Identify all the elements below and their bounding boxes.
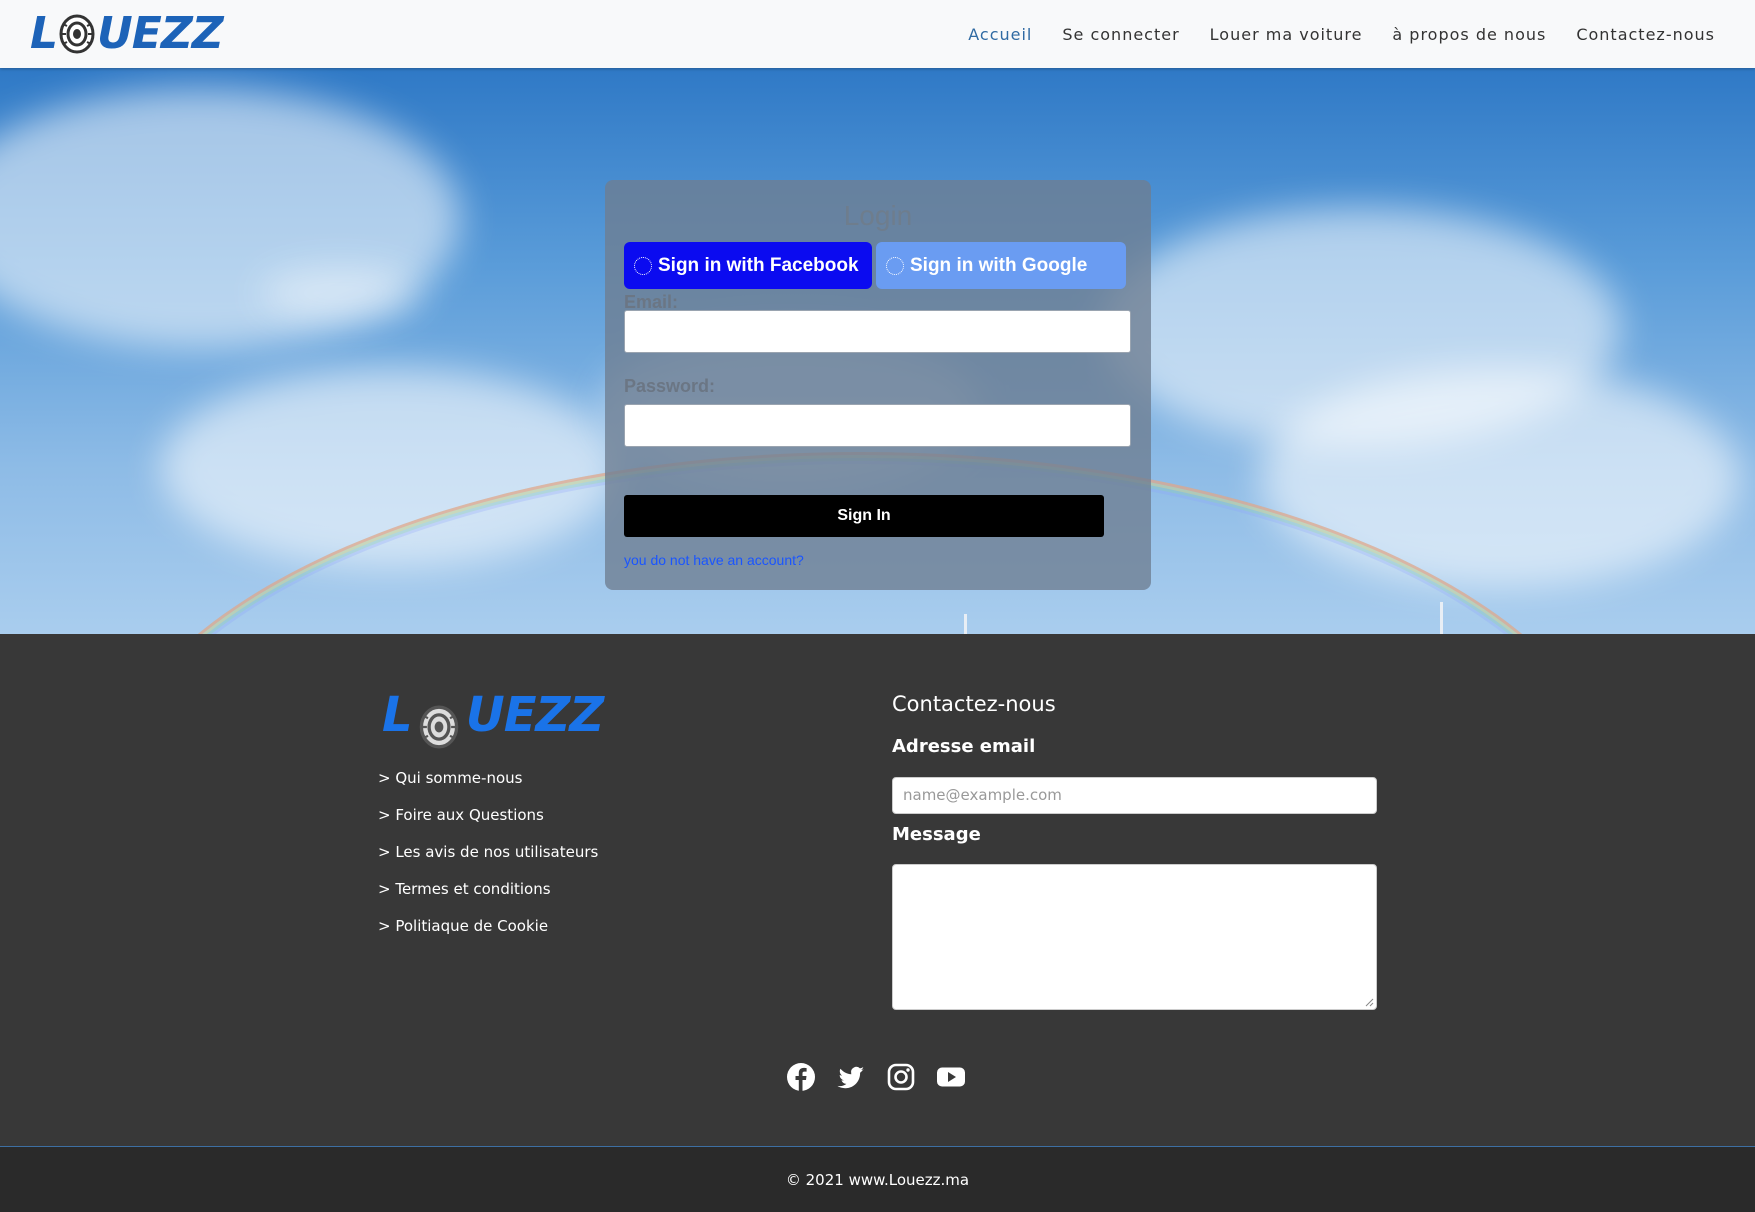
instagram-icon[interactable] [886, 1062, 916, 1092]
footer: L UEZZ > Qui somme-nous > Foire aux Ques… [0, 634, 1755, 1146]
pole [1440, 602, 1443, 634]
tire-icon [419, 705, 458, 748]
email-field[interactable] [624, 310, 1131, 353]
footer-link-avis[interactable]: > Les avis de nos utilisateurs [378, 842, 598, 879]
brand-logo[interactable]: L UEZZ [30, 8, 224, 59]
nav-item-a-propos[interactable]: à propos de nous [1392, 25, 1546, 44]
nav-menu: Accueil Se connecter Louer ma voiture à … [968, 0, 1715, 68]
contact-title: Contactez-nous [892, 692, 1056, 716]
login-title: Login [843, 200, 913, 231]
nav-item-accueil[interactable]: Accueil [968, 25, 1032, 44]
copyright-bar: © 2021 www.Louezz.ma [0, 1146, 1755, 1212]
tire-icon [59, 14, 95, 54]
hero-sky-background: Login Sign in with Facebook Sign in with… [0, 68, 1755, 634]
social-links [786, 1062, 966, 1092]
footer-link-cookie[interactable]: > Politiaque de Cookie [378, 916, 598, 953]
nav-item-se-connecter[interactable]: Se connecter [1062, 25, 1179, 44]
logo-letter-l: L [30, 8, 58, 59]
footer-link-termes[interactable]: > Termes et conditions [378, 879, 598, 916]
contact-email-field[interactable]: name@example.com [892, 777, 1377, 814]
facebook-icon [634, 256, 652, 275]
cloud [260, 268, 420, 318]
footer-logo[interactable]: L UEZZ [382, 691, 604, 749]
youtube-icon[interactable] [936, 1062, 966, 1092]
nav-item-louer-ma-voiture[interactable]: Louer ma voiture [1210, 25, 1363, 44]
facebook-signin-label: Sign in with Facebook [658, 254, 859, 276]
logo-letter-l: L [382, 687, 413, 743]
sign-in-button[interactable]: Sign In [624, 495, 1104, 537]
footer-links: > Qui somme-nous > Foire aux Questions >… [378, 768, 598, 953]
google-signin-button[interactable]: Sign in with Google [876, 242, 1126, 289]
top-navbar: L UEZZ Accueil Se connecter Louer ma voi… [0, 0, 1755, 68]
logo-letters-uezz: UEZZ [97, 8, 224, 59]
resize-grip-icon[interactable] [1364, 997, 1374, 1007]
google-icon [886, 256, 904, 275]
contact-message-label: Message [892, 824, 981, 845]
logo-letters-uezz: UEZZ [465, 687, 604, 743]
facebook-signin-button[interactable]: Sign in with Facebook [624, 242, 872, 289]
nav-item-contactez-nous[interactable]: Contactez-nous [1576, 25, 1715, 44]
password-field[interactable] [624, 404, 1131, 447]
register-link[interactable]: you do not have an account? [624, 552, 804, 568]
password-label: Password: [624, 376, 716, 396]
google-signin-label: Sign in with Google [910, 254, 1088, 276]
contact-email-label: Adresse email [892, 736, 1036, 757]
facebook-icon[interactable] [786, 1062, 816, 1092]
pole [964, 614, 967, 634]
copyright-text: © 2021 www.Louezz.ma [785, 1170, 970, 1189]
footer-link-qui-sommes-nous[interactable]: > Qui somme-nous [378, 768, 598, 805]
contact-message-field[interactable] [892, 864, 1377, 1010]
footer-link-faq[interactable]: > Foire aux Questions [378, 805, 598, 842]
twitter-icon[interactable] [836, 1062, 866, 1092]
login-card: Login Sign in with Facebook Sign in with… [605, 180, 1151, 590]
